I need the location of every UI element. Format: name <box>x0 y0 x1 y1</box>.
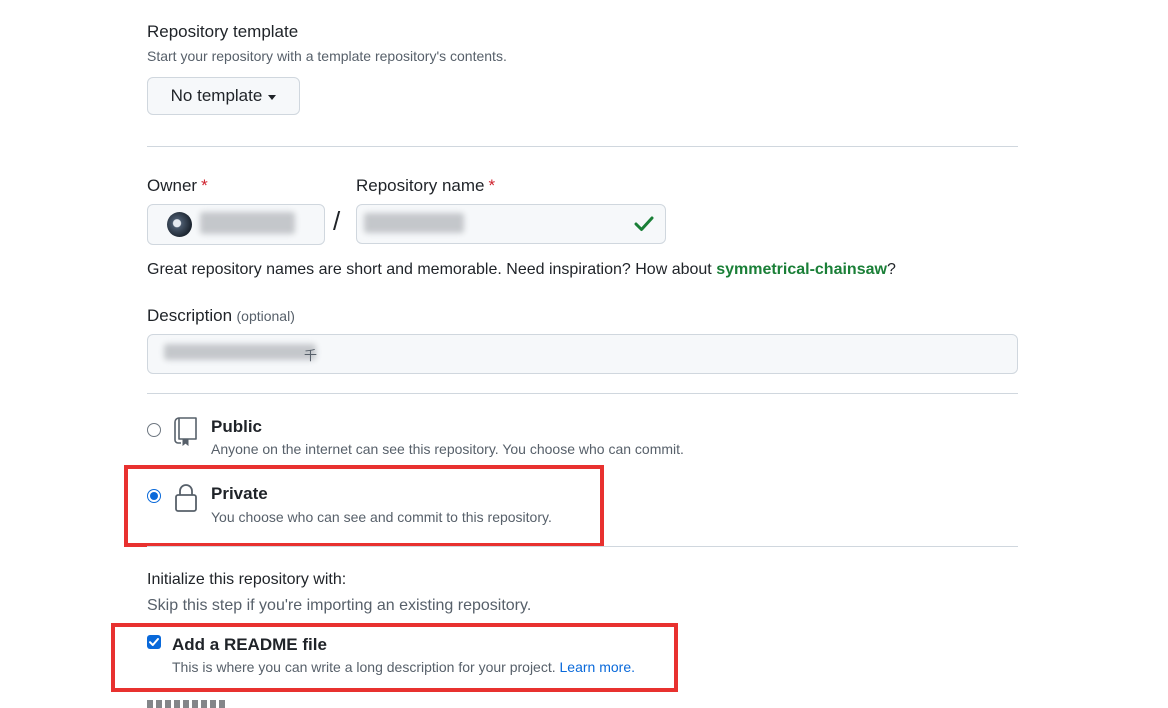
caret-down-icon <box>268 94 277 100</box>
name-suggestion[interactable]: symmetrical-chainsaw <box>716 261 887 278</box>
initialize-heading: Initialize this repository with: <box>147 571 347 588</box>
next-section-heading-cutoff <box>147 700 227 708</box>
repo-name-redacted <box>364 213 464 233</box>
public-description: Anyone on the internet can see this repo… <box>211 441 684 457</box>
check-icon <box>634 216 654 231</box>
initialize-subheading: Skip this step if you're importing an ex… <box>147 597 532 614</box>
annotation-box-readme <box>111 623 678 692</box>
owner-label: Owner * <box>147 176 208 195</box>
description-label: Description (optional) <box>147 306 295 325</box>
owner-name-redacted <box>200 212 295 234</box>
required-mark: * <box>488 176 496 195</box>
optional-tag: (optional) <box>236 308 295 324</box>
avatar <box>167 212 192 237</box>
description-redacted <box>164 344 316 360</box>
public-title: Public <box>211 417 263 436</box>
divider <box>147 393 1018 394</box>
template-button-label: No template <box>170 86 263 105</box>
name-hint: Great repository names are short and mem… <box>147 261 896 278</box>
divider <box>147 546 1018 547</box>
repo-icon <box>174 417 197 446</box>
template-description: Start your repository with a template re… <box>147 48 507 64</box>
public-radio[interactable] <box>147 423 161 437</box>
template-dropdown-button[interactable]: No template <box>147 77 300 115</box>
annotation-box-private <box>124 465 604 547</box>
divider <box>147 146 1018 147</box>
required-mark: * <box>201 176 208 195</box>
template-label: Repository template <box>147 22 299 41</box>
description-visible-char: 千 <box>304 348 318 363</box>
owner-repo-separator: / <box>333 206 341 236</box>
repo-name-label: Repository name * <box>356 176 496 195</box>
